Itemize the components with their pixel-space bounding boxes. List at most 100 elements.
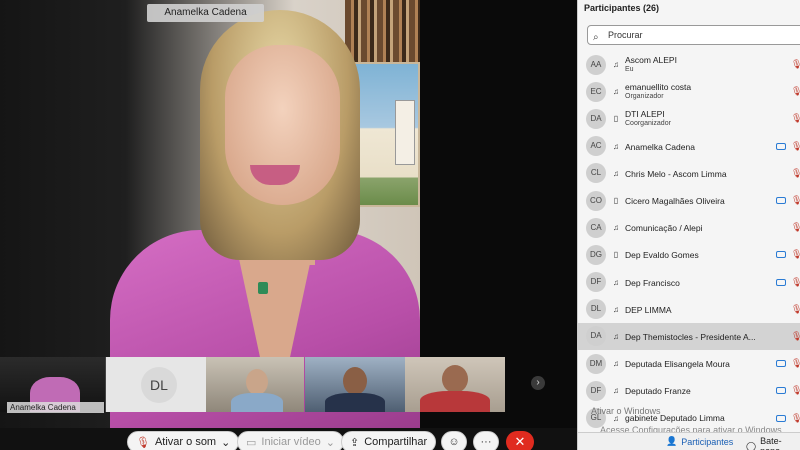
painting-church	[395, 100, 415, 165]
audio-connection-icon: ♫	[613, 141, 619, 151]
video-camera-icon	[776, 142, 786, 150]
participant-row[interactable]: DA ♫ Dep Themistocles - Presidente A... 🎙	[578, 322, 800, 351]
participant-name: Dep Francisco	[625, 277, 680, 288]
chat-tab-button[interactable]: ◯ Bate-papo	[746, 436, 800, 450]
more-options-button[interactable]: ···	[473, 431, 499, 450]
thumbnail-dl[interactable]: DL	[106, 357, 206, 412]
chevron-down-icon: ⌄	[221, 436, 231, 449]
mic-muted-icon[interactable]: 🎙	[791, 304, 800, 315]
mic-muted-icon[interactable]: 🎙	[791, 331, 800, 342]
search-icon: ⌕	[593, 32, 599, 43]
participant-row[interactable]: DF ♫ Deputado Franze 🎙	[578, 377, 800, 404]
mic-muted-icon[interactable]: 🎙	[791, 59, 800, 70]
mic-muted-icon[interactable]: 🎙	[791, 113, 800, 124]
participant-row[interactable]: DG ▯ Dep Evaldo Gomes 🎙	[578, 241, 800, 268]
participant-name: emanuellito costa	[625, 82, 692, 93]
participant-avatar: AA	[586, 54, 606, 75]
participant-avatar: CO	[586, 190, 606, 211]
bookshelf	[345, 0, 420, 62]
mic-muted-icon[interactable]: 🎙	[791, 195, 800, 206]
speaker-pendant	[258, 282, 268, 294]
participant-row[interactable]: DM ♫ Deputada Elisangela Moura 🎙	[578, 350, 800, 377]
participant-avatar: DG	[586, 244, 606, 265]
participants-panel: Participantes (26) ⌕ Procurar AA ♫ Ascom A…	[577, 0, 800, 450]
participant-head	[442, 365, 468, 393]
participant-row[interactable]: AA ♫ Ascom ALEPIEu 🎙	[578, 51, 800, 78]
share-button[interactable]: ⇪ Compartilhar	[341, 431, 437, 450]
participant-row[interactable]: DL ♫ DEP LIMMA 🎙	[578, 296, 800, 323]
participant-avatar: AC	[586, 136, 606, 157]
audio-connection-icon: ♫	[613, 359, 619, 369]
participant-name: Cicero Magalhães Oliveira	[625, 195, 725, 206]
participant-role: Coorganizador	[625, 120, 671, 128]
participant-row[interactable]: CO ▯ Cicero Magalhães Oliveira 🎙	[578, 187, 800, 214]
start-video-button[interactable]: ▭ Iniciar vídeo ⌄	[237, 431, 344, 450]
participant-name: Comunicação / Alepi	[625, 223, 703, 234]
participant-row[interactable]: EC ♫ emanuellito costaOrganizador 🎙	[578, 78, 800, 105]
end-call-button[interactable]: ✕	[506, 431, 534, 450]
search-placeholder: Procurar	[608, 30, 643, 40]
participant-name: Deputado Franze	[625, 386, 691, 397]
video-camera-icon	[776, 414, 786, 422]
audio-connection-icon: ♫	[613, 277, 619, 287]
thumbnail-participant-2[interactable]	[305, 357, 405, 412]
mic-muted-icon[interactable]: 🎙	[791, 168, 800, 179]
mic-muted-icon[interactable]: 🎙	[791, 385, 800, 396]
chat-tab-label: Bate-papo	[760, 436, 782, 450]
participant-avatar: DA	[586, 326, 606, 347]
participant-role: Organizador	[625, 93, 664, 101]
self-view-name-tag: Anamelka Cadena	[7, 402, 104, 413]
chat-icon: ◯	[746, 440, 757, 450]
audio-connection-icon: ♫	[613, 304, 619, 314]
audio-connection-icon: ♫	[613, 168, 619, 178]
phone-icon: ▯	[613, 196, 619, 206]
participants-title: Participantes (26)	[584, 3, 660, 13]
mic-muted-icon[interactable]: 🎙	[791, 413, 800, 424]
mic-off-icon: 🎙	[136, 436, 150, 449]
participants-tab-button[interactable]: 👤 Participantes	[666, 436, 733, 447]
phone-icon: ▯	[613, 250, 619, 260]
participant-avatar: DA	[586, 108, 606, 129]
thumbnail-participant-3[interactable]	[405, 357, 505, 412]
mic-muted-icon[interactable]: 🎙	[791, 86, 800, 97]
participant-role: Eu	[625, 66, 634, 73]
video-camera-icon	[776, 251, 786, 259]
phone-icon: ▯	[613, 114, 619, 124]
mic-muted-icon[interactable]: 🎙	[791, 358, 800, 369]
mic-muted-icon[interactable]: 🎙	[791, 141, 800, 152]
participant-name: Ascom ALEPI	[625, 55, 677, 65]
participant-name: Dep Evaldo Gomes	[625, 250, 699, 261]
participant-name: Anamelka Cadena	[625, 141, 695, 152]
participant-name: DEP LIMMA	[625, 304, 672, 315]
audio-connection-icon: ♫	[613, 386, 619, 396]
participant-avatar: DL	[586, 299, 606, 320]
participant-row[interactable]: DA ▯ DTI ALEPICoorganizador 🎙	[578, 105, 800, 132]
reactions-button[interactable]: ☺	[441, 431, 467, 450]
participant-row[interactable]: DF ♫ Dep Francisco 🎙	[578, 269, 800, 296]
participant-avatar: CA	[586, 217, 606, 238]
participant-row[interactable]: CL ♫ Chris Melo - Ascom Limma 🎙	[578, 160, 800, 187]
participant-avatar: DM	[586, 353, 606, 374]
person-icon: 👤	[666, 436, 678, 446]
audio-connection-icon: ♫	[613, 87, 619, 97]
meeting-window: Anamelka Cadena DL Anamelka Cadena › 🎙 A…	[0, 0, 800, 450]
participant-name: Dep Themistocles - Presidente A...	[625, 331, 756, 342]
mic-muted-icon[interactable]: 🎙	[791, 277, 800, 288]
thumbnail-participant-1[interactable]	[206, 357, 304, 412]
participant-avatar: DF	[586, 380, 606, 401]
mic-muted-icon[interactable]: 🎙	[791, 249, 800, 260]
chevron-right-icon[interactable]: ›	[531, 376, 545, 390]
video-camera-icon	[776, 387, 786, 395]
participant-row[interactable]: AC ♫ Anamelka Cadena 🎙	[578, 133, 800, 160]
audio-connection-icon: ♫	[613, 223, 619, 233]
speaker-name-tag: Anamelka Cadena	[147, 4, 264, 22]
start-video-label: Iniciar vídeo	[261, 436, 321, 448]
video-camera-icon	[776, 197, 786, 205]
search-input[interactable]: ⌕ Procurar	[587, 25, 800, 45]
participant-avatar: EC	[586, 81, 606, 102]
mic-muted-icon[interactable]: 🎙	[791, 222, 800, 233]
participant-row[interactable]: CA ♫ Comunicação / Alepi 🎙	[578, 214, 800, 241]
unmute-button[interactable]: 🎙 Ativar o som ⌄	[127, 431, 240, 450]
participant-name: Chris Melo - Ascom Limma	[625, 168, 727, 179]
participant-head	[343, 367, 367, 395]
